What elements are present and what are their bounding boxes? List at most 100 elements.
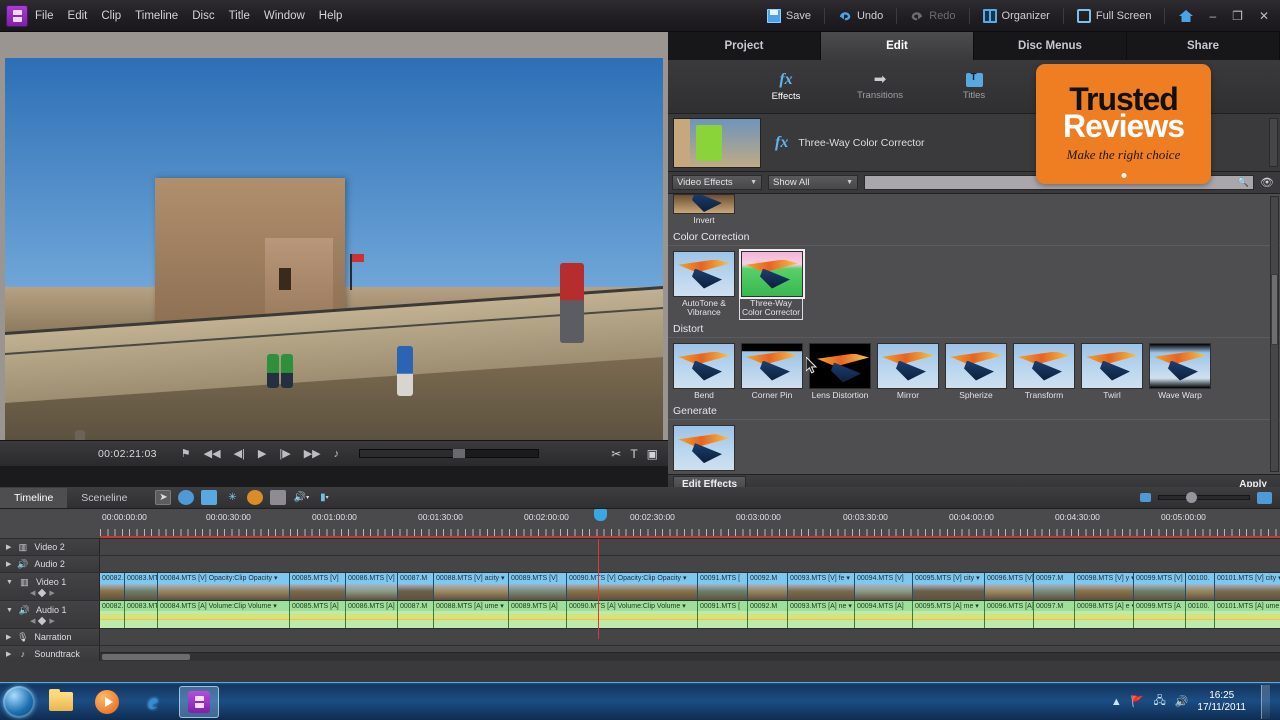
- applied-effects-scrollbar[interactable]: [1269, 118, 1278, 167]
- markers-tool[interactable]: [270, 490, 286, 505]
- effect-item[interactable]: Mirror: [877, 343, 939, 401]
- track-content-video-1[interactable]: 00082.MTS [V]00083.MTS [V]00084.MTS [V] …: [100, 573, 1280, 600]
- detect-beats-tool[interactable]: ✳: [224, 490, 240, 505]
- applied-effect-row[interactable]: fx Three-Way Color Corrector: [775, 135, 925, 151]
- video-clip[interactable]: 00087.M: [398, 573, 434, 600]
- tab-timeline[interactable]: Timeline: [0, 488, 67, 508]
- tab-sceneline[interactable]: Sceneline: [67, 488, 141, 508]
- toolbar-titles[interactable]: Titles: [942, 73, 1006, 101]
- prev-keyframe-button[interactable]: ◀: [30, 617, 35, 625]
- effects-scrollbar[interactable]: [1270, 196, 1279, 472]
- chevron-right-icon[interactable]: ▶: [6, 543, 11, 551]
- audio-clip[interactable]: 00093.MTS [A] ne ▾: [788, 601, 855, 628]
- track-video-1[interactable]: ▼ ▥ Video 1 ◀ ▶ 00082.MTS [V]00083.MTS […: [0, 573, 1280, 601]
- video-clip[interactable]: 00093.MTS [V] fe ▾: [788, 573, 855, 600]
- video-clip[interactable]: 00096.MTS [V]: [985, 573, 1034, 600]
- video-clip[interactable]: 00082.MTS [V]: [100, 573, 125, 600]
- audio-clip[interactable]: 00099.MTS [A: [1134, 601, 1186, 628]
- video-clip[interactable]: 00095.MTS [V] city ▾: [913, 573, 985, 600]
- track-header[interactable]: ▼ 🔊 Audio 1 ◀ ▶: [0, 601, 100, 628]
- prev-keyframe-button[interactable]: ◀: [30, 589, 35, 597]
- video-clip[interactable]: 00089.MTS [V]: [509, 573, 567, 600]
- frame-forward-button[interactable]: |▶: [279, 447, 290, 460]
- effect-item[interactable]: Corner Pin: [741, 343, 803, 401]
- video-clip[interactable]: 00091.MTS [: [698, 573, 748, 600]
- toolbar-effects[interactable]: fx Effects: [754, 72, 818, 102]
- selection-tool[interactable]: ➤: [155, 490, 171, 505]
- add-text-button[interactable]: T: [630, 447, 637, 461]
- close-button[interactable]: ✕: [1252, 7, 1276, 25]
- tab-edit[interactable]: Edit: [821, 32, 974, 60]
- freeze-frame-button[interactable]: ▣: [647, 447, 658, 461]
- add-marker-button[interactable]: ♪: [334, 448, 340, 460]
- audio-clip[interactable]: 00097.M: [1034, 601, 1075, 628]
- zoom-slider[interactable]: [1158, 495, 1250, 500]
- tab-share[interactable]: Share: [1127, 32, 1280, 60]
- zoom-slider-knob[interactable]: [1186, 492, 1197, 503]
- volume-icon[interactable]: 🔊: [1175, 695, 1189, 708]
- track-content[interactable]: [100, 556, 1280, 572]
- effect-item[interactable]: Wave Warp: [1149, 343, 1211, 401]
- taskbar-internet-explorer[interactable]: e: [133, 686, 173, 718]
- taskbar-premiere-elements[interactable]: [179, 686, 219, 718]
- chevron-right-icon[interactable]: ▶: [6, 650, 11, 658]
- scrollbar-thumb[interactable]: [1271, 274, 1278, 345]
- split-clip-button[interactable]: ✂: [611, 447, 621, 461]
- track-header[interactable]: ▶ 🎙 Narration: [0, 629, 100, 645]
- maximize-button[interactable]: ❐: [1225, 7, 1250, 25]
- chevron-down-icon[interactable]: ▼: [6, 607, 13, 614]
- video-clip[interactable]: 00099.MTS [V]: [1134, 573, 1186, 600]
- audio-clip[interactable]: 00086.MTS [A]: [346, 601, 398, 628]
- video-clip[interactable]: 00100.: [1186, 573, 1215, 600]
- audio-clip[interactable]: 00095.MTS [A] me ▾: [913, 601, 985, 628]
- organizer-button[interactable]: Organizer: [975, 5, 1058, 27]
- video-clip[interactable]: 00088.MTS [V] acity ▾: [434, 573, 509, 600]
- effect-item[interactable]: Invert: [673, 194, 735, 226]
- timeline-ruler[interactable]: 00:00:00:00 00:00:30:00 00:01:00:00 00:0…: [0, 509, 1280, 539]
- audio-clip[interactable]: 00082.MTS [A]: [100, 601, 125, 628]
- track-narration[interactable]: ▶ 🎙 Narration: [0, 629, 1280, 646]
- frame-back-button[interactable]: ◀|: [234, 447, 245, 460]
- play-button[interactable]: ▶: [258, 447, 266, 460]
- minimize-button[interactable]: –: [1202, 7, 1223, 25]
- eye-icon[interactable]: 👁: [1260, 176, 1276, 189]
- scrubber-handle[interactable]: [453, 449, 465, 458]
- action-center-icon[interactable]: 🚩: [1131, 695, 1145, 708]
- audio-clip[interactable]: 00091.MTS [: [698, 601, 748, 628]
- audio-clip[interactable]: 00096.MTS [A]: [985, 601, 1034, 628]
- current-timecode[interactable]: 00:02:21:03: [98, 448, 157, 460]
- start-button[interactable]: [3, 686, 35, 718]
- monitor-scrubber[interactable]: [359, 449, 539, 458]
- taskbar-clock[interactable]: 16:25 17/11/2011: [1197, 690, 1246, 712]
- show-desktop-button[interactable]: [1261, 685, 1270, 719]
- track-audio-2[interactable]: ▶ 🔊 Audio 2: [0, 556, 1280, 573]
- menu-clip[interactable]: Clip: [94, 6, 128, 26]
- track-video-2[interactable]: ▶ ▥ Video 2: [0, 539, 1280, 556]
- smart-trim-tool[interactable]: [247, 490, 263, 505]
- menu-disc[interactable]: Disc: [185, 6, 221, 26]
- menu-timeline[interactable]: Timeline: [128, 6, 185, 26]
- audio-clip[interactable]: 00087.M: [398, 601, 434, 628]
- menu-file[interactable]: File: [28, 6, 61, 26]
- video-clip[interactable]: 00084.MTS [V] Opacity:Clip Opacity ▾: [158, 573, 290, 600]
- track-header[interactable]: ▶ ♪ Soundtrack: [0, 646, 100, 661]
- network-icon[interactable]: 🖧: [1153, 692, 1165, 711]
- effects-view-dropdown[interactable]: Show All ▼: [768, 175, 858, 190]
- add-keyframe-button[interactable]: [38, 588, 46, 596]
- video-preview[interactable]: [5, 58, 663, 440]
- next-keyframe-button[interactable]: ▶: [49, 589, 54, 597]
- video-clip[interactable]: 00086.MTS [V]: [346, 573, 398, 600]
- effect-item[interactable]: Lens Distortion: [809, 343, 871, 401]
- video-clip[interactable]: 00085.MTS [V]: [290, 573, 346, 600]
- track-header[interactable]: ▶ ▥ Video 2: [0, 539, 100, 555]
- chevron-right-icon[interactable]: ▶: [6, 633, 11, 641]
- video-clip[interactable]: 00101.MTS [V] city ▾: [1215, 573, 1280, 600]
- audio-clip[interactable]: 00089.MTS [A]: [509, 601, 567, 628]
- chevron-right-icon[interactable]: ▶: [6, 560, 11, 568]
- audio-clip[interactable]: 00094.MTS [A]: [855, 601, 913, 628]
- effects-category-dropdown[interactable]: Video Effects ▼: [672, 175, 762, 190]
- full-screen-button[interactable]: Full Screen: [1069, 5, 1160, 27]
- track-audio-1[interactable]: ▼ 🔊 Audio 1 ◀ ▶ 00082.MTS [A]00083.MTS […: [0, 601, 1280, 629]
- effect-item[interactable]: Spherize: [945, 343, 1007, 401]
- effect-item[interactable]: Transform: [1013, 343, 1075, 401]
